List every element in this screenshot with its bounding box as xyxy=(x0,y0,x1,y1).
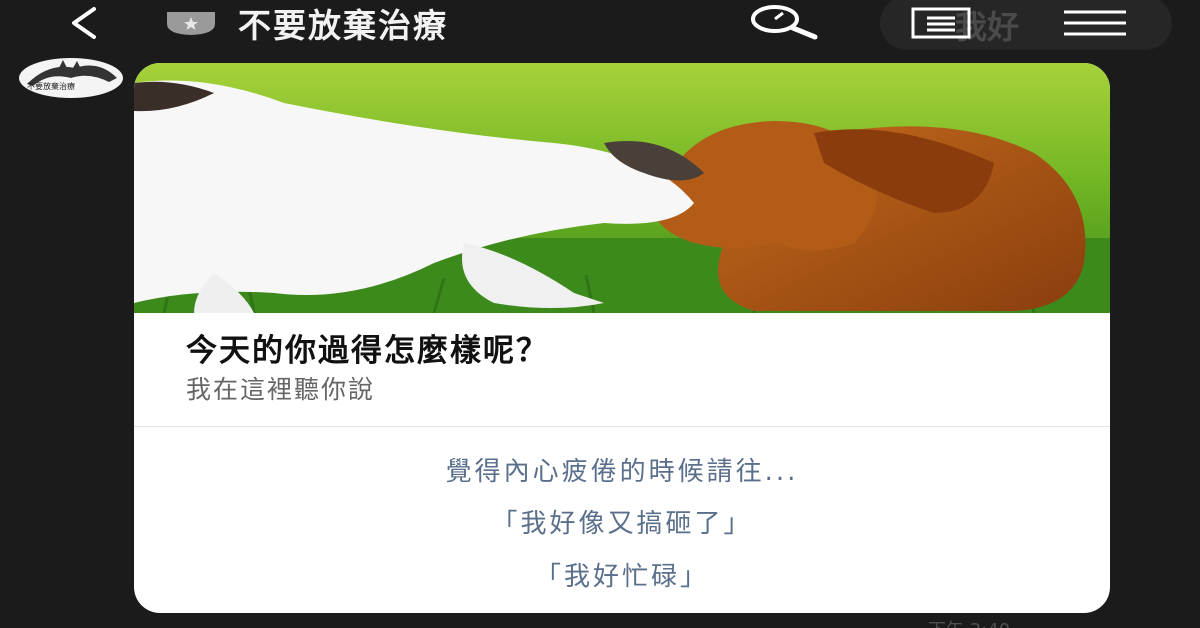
cat-and-dog-photo xyxy=(134,63,1110,313)
card-subtitle: 我在這裡聽你說 xyxy=(186,375,376,404)
action-busy-button[interactable]: 「我好忙碌」 xyxy=(134,556,1110,593)
divider xyxy=(134,426,1110,427)
chevron-left-icon[interactable] xyxy=(60,6,108,40)
card-title: 今天的你過得怎麼樣呢？ xyxy=(186,333,549,369)
avatar[interactable]: 不要放棄治療 xyxy=(19,58,123,98)
shield-star-icon xyxy=(167,12,215,35)
action-tired-link[interactable]: 覺得內心疲倦的時候請往... xyxy=(134,451,1110,488)
message-card: 今天的你過得怎麼樣呢？ 我在這裡聽你說 覺得內心疲倦的時候請往... 「我好像又… xyxy=(134,63,1110,613)
notes-icon[interactable] xyxy=(911,7,971,39)
message-timestamp: 下午 3:40 xyxy=(928,616,1010,628)
action-messed-up-button[interactable]: 「我好像又搞砸了」 xyxy=(134,503,1110,540)
chat-screen: 不要放棄治療 我好 不要放棄治療 今天的你過得怎麼樣呢？ 我在這裡聽你說 覺得內… xyxy=(0,0,1200,628)
search-icon[interactable] xyxy=(745,4,819,40)
avatar-label: 不要放棄治療 xyxy=(27,82,75,91)
chat-header: 不要放棄治療 我好 xyxy=(0,0,1200,50)
cat-logo-icon xyxy=(27,60,117,86)
hamburger-menu-icon[interactable] xyxy=(1062,8,1128,38)
chat-title: 不要放棄治療 xyxy=(238,6,448,45)
